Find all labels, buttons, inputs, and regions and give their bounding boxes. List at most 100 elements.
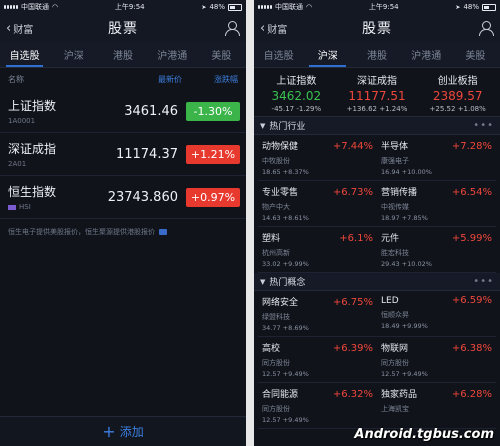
index-card[interactable]: 上证指数 3462.02 -45.17 -1.29% bbox=[256, 72, 337, 113]
stock-quote: 12.57 +9.49% bbox=[381, 370, 428, 378]
nav-bar: ‹ 财富 股票 bbox=[0, 14, 246, 42]
concept-cell[interactable]: LED +6.59% 恒顺众昇 18.49 +9.99% bbox=[377, 291, 496, 337]
leading-stock: 杭州高新 bbox=[262, 249, 290, 257]
tab-shanghai-shenzhen[interactable]: 沪深 bbox=[303, 42, 352, 67]
sector-name: 营销传播 bbox=[381, 188, 418, 198]
stock-price: 23743.860 bbox=[107, 189, 178, 205]
stock-quote: 29.43 +10.02% bbox=[381, 260, 432, 268]
tab-hk-connect[interactable]: 沪港通 bbox=[402, 42, 451, 67]
concept-name: LED bbox=[381, 296, 399, 306]
stock-row[interactable]: 恒生指数 HSI 23743.860 +0.97% bbox=[0, 176, 246, 219]
concept-name: 高校 bbox=[262, 344, 281, 354]
carrier-label: 中国联通 bbox=[275, 3, 303, 11]
index-summary: 上证指数 3462.02 -45.17 -1.29% 深证成指 11177.51… bbox=[254, 68, 500, 117]
section-header-industry[interactable]: ▼ 热门行业 ••• bbox=[254, 117, 500, 135]
sector-cell[interactable]: 半导体 +7.28% 康强电子 16.94 +10.00% bbox=[377, 135, 496, 181]
tab-hk[interactable]: 港股 bbox=[352, 42, 401, 67]
concept-pct: +6.39% bbox=[332, 343, 373, 354]
stock-quote: 18.65 +8.37% bbox=[262, 168, 309, 176]
more-icon[interactable]: ••• bbox=[473, 276, 494, 287]
concept-name: 合同能源 bbox=[262, 390, 299, 400]
stock-row[interactable]: 深证成指 2A01 11174.37 +1.21% bbox=[0, 133, 246, 176]
signal-icon bbox=[4, 5, 18, 9]
tab-watchlist[interactable]: 自选股 bbox=[254, 42, 303, 67]
stock-quote: 18.49 +9.99% bbox=[381, 322, 428, 330]
index-card[interactable]: 创业板指 2389.57 +25.52 +1.08% bbox=[417, 72, 498, 113]
column-header: 名称 最新价 涨跌幅 bbox=[0, 68, 246, 90]
concept-cell[interactable]: 独家药品 +6.28% 上海凯宝 bbox=[377, 383, 496, 429]
concept-cell[interactable]: 高校 +6.39% 同方股份 12.57 +9.49% bbox=[258, 337, 377, 383]
market-tabs: 自选股 沪深 港股 沪港通 美股 bbox=[0, 42, 246, 68]
stock-quote: 14.63 +8.61% bbox=[262, 214, 309, 222]
concept-grid: 网络安全 +6.75% 绿盟科技 34.77 +8.69% LED +6.59% 恒… bbox=[254, 291, 500, 429]
concept-pct: +6.75% bbox=[332, 297, 373, 308]
back-label: 财富 bbox=[267, 24, 288, 36]
leading-stock: 同方股份 bbox=[262, 359, 290, 367]
back-button[interactable]: ‹ 财富 bbox=[6, 21, 33, 36]
change-badge[interactable]: -1.30% bbox=[186, 101, 240, 121]
sector-cell[interactable]: 动物保健 +7.44% 中牧股份 18.65 +8.37% bbox=[258, 135, 377, 181]
sector-cell[interactable]: 专业零售 +6.73% 物产中大 14.63 +8.61% bbox=[258, 181, 377, 227]
sector-name: 塑料 bbox=[262, 234, 281, 244]
caret-down-icon: ▼ bbox=[260, 121, 266, 130]
tab-us[interactable]: 美股 bbox=[451, 42, 500, 67]
location-icon: ➤ bbox=[201, 3, 207, 11]
more-icon[interactable]: ••• bbox=[473, 120, 494, 131]
tab-shanghai-shenzhen[interactable]: 沪深 bbox=[49, 42, 98, 67]
sector-pct: +6.1% bbox=[339, 233, 373, 244]
concept-name: 物联网 bbox=[381, 344, 409, 354]
hk-flag-icon bbox=[8, 204, 16, 210]
stock-row[interactable]: 上证指数 1A0001 3461.46 -1.30% bbox=[0, 90, 246, 133]
sector-name: 专业零售 bbox=[262, 188, 299, 198]
tab-hk[interactable]: 港股 bbox=[98, 42, 147, 67]
concept-cell[interactable]: 合同能源 +6.32% 同方股份 12.57 +9.49% bbox=[258, 383, 377, 429]
carrier-label: 中国联通 bbox=[21, 3, 49, 11]
col-change[interactable]: 涨跌幅 bbox=[182, 74, 238, 85]
battery-percent: 48% bbox=[463, 3, 479, 11]
concept-pct: +6.28% bbox=[451, 389, 492, 400]
stock-quote: 34.77 +8.69% bbox=[262, 324, 309, 332]
change-badge[interactable]: +1.21% bbox=[186, 144, 240, 164]
change-badge[interactable]: +0.97% bbox=[186, 187, 240, 207]
status-time: 上午9:54 bbox=[114, 3, 145, 11]
leading-stock: 中牧股份 bbox=[262, 157, 290, 165]
user-icon[interactable] bbox=[478, 20, 494, 36]
tab-watchlist[interactable]: 自选股 bbox=[0, 42, 49, 67]
stock-code: HSI bbox=[19, 203, 31, 211]
phone-market: 中国联通 ◠ 上午9:54 ➤ 48% ‹ 财富 股票 自选股 沪深 港股 沪港… bbox=[254, 0, 500, 446]
leading-stock: 中视传媒 bbox=[381, 203, 409, 211]
stock-code: 2A01 bbox=[8, 160, 27, 168]
leading-stock: 同方股份 bbox=[381, 359, 409, 367]
tab-hk-connect[interactable]: 沪港通 bbox=[148, 42, 197, 67]
quote-notice: 恒生电子提供美股报价，恒生聚源提供港股报价 bbox=[0, 219, 246, 245]
sector-cell[interactable]: 营销传播 +6.54% 中视传媒 18.97 +7.85% bbox=[377, 181, 496, 227]
col-name: 名称 bbox=[8, 74, 24, 84]
user-icon[interactable] bbox=[224, 20, 240, 36]
stock-name: 恒生指数 bbox=[8, 185, 57, 199]
concept-cell[interactable]: 网络安全 +6.75% 绿盟科技 34.77 +8.69% bbox=[258, 291, 377, 337]
market-tabs: 自选股 沪深 港股 沪港通 美股 bbox=[254, 42, 500, 68]
back-label: 财富 bbox=[13, 24, 34, 36]
sector-cell[interactable]: 塑料 +6.1% 杭州高新 33.02 +9.99% bbox=[258, 227, 377, 273]
index-diff: -45.17 bbox=[271, 105, 295, 113]
sector-name: 元件 bbox=[381, 234, 400, 244]
add-button[interactable]: + 添加 bbox=[0, 416, 246, 446]
sector-cell[interactable]: 元件 +5.99% 胜宏科技 29.43 +10.02% bbox=[377, 227, 496, 273]
index-pct: +1.24% bbox=[379, 105, 408, 113]
tab-us[interactable]: 美股 bbox=[197, 42, 246, 67]
concept-name: 独家药品 bbox=[381, 390, 418, 400]
col-price[interactable]: 最新价 bbox=[102, 74, 182, 85]
concept-cell[interactable]: 物联网 +6.38% 同方股份 12.57 +9.49% bbox=[377, 337, 496, 383]
index-name: 创业板指 bbox=[437, 76, 478, 87]
chevron-left-icon: ‹ bbox=[6, 20, 12, 36]
stock-quote: 33.02 +9.99% bbox=[262, 260, 309, 268]
stock-quote: 18.97 +7.85% bbox=[381, 214, 428, 222]
leading-stock: 物产中大 bbox=[262, 203, 290, 211]
sector-name: 半导体 bbox=[381, 142, 409, 152]
index-card[interactable]: 深证成指 11177.51 +136.62 +1.24% bbox=[337, 72, 418, 113]
back-button[interactable]: ‹ 财富 bbox=[260, 21, 287, 36]
leading-stock: 康强电子 bbox=[381, 157, 409, 165]
section-header-concept[interactable]: ▼ 热门概念 ••• bbox=[254, 273, 500, 291]
info-icon bbox=[159, 229, 167, 235]
status-bar: 中国联通 ◠ 上午9:54 ➤ 48% bbox=[254, 0, 500, 14]
